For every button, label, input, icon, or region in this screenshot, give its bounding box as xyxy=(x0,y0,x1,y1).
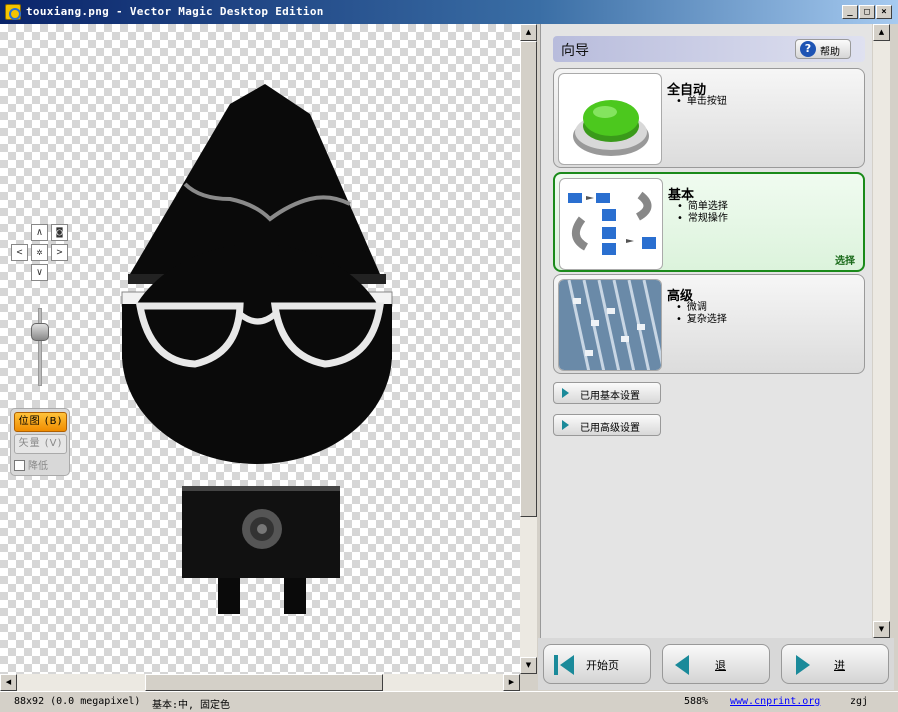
back-label: 退 xyxy=(715,659,726,672)
next-label: 进 xyxy=(834,659,845,672)
green-button-icon xyxy=(558,73,662,165)
play-arrow-icon xyxy=(562,420,569,430)
horizontal-scroll-thumb[interactable] xyxy=(145,674,383,691)
help-label: 帮助 xyxy=(820,47,840,58)
app-icon xyxy=(5,4,21,20)
mode-info-text: 基本:中, 固定色 xyxy=(152,700,231,711)
home-page-button[interactable]: 开始页 xyxy=(543,644,651,684)
workflow-icon xyxy=(559,178,663,270)
view-mode-panel: 位图 (B) 矢量 (V) 降低 xyxy=(10,408,70,476)
option-bullets: 微调 复杂选择 xyxy=(676,302,727,326)
wizard-panel: 向导 ? 帮助 全自动 单击按钮 xyxy=(540,24,872,638)
next-button[interactable]: 进 xyxy=(781,644,889,684)
close-button[interactable]: × xyxy=(876,5,892,19)
pan-left-button[interactable]: < xyxy=(11,244,28,261)
back-button[interactable]: 退 xyxy=(662,644,770,684)
website-link[interactable]: www.cnprint.org xyxy=(730,696,820,707)
wizard-scroll-up-icon[interactable]: ▲ xyxy=(873,24,890,41)
help-button[interactable]: ? 帮助 xyxy=(795,39,851,59)
bitmap-figure-image xyxy=(121,84,393,614)
title-bar: touxiang.png - Vector Magic Desktop Edit… xyxy=(0,0,898,24)
canvas-horizontal-scrollbar[interactable]: ◀ ▶ xyxy=(0,674,520,691)
canvas-vertical-scrollbar[interactable]: ▲ ▼ xyxy=(520,24,537,674)
mixer-icon xyxy=(558,279,662,371)
used-advanced-settings-label: 已用高级设置 xyxy=(580,423,640,434)
play-arrow-icon xyxy=(562,388,569,398)
maximize-button[interactable]: □ xyxy=(859,5,875,19)
used-basic-settings-button[interactable]: 已用基本设置 xyxy=(553,382,661,404)
wizard-scroll-down-icon[interactable]: ▼ xyxy=(873,621,890,638)
pan-right-button[interactable]: > xyxy=(51,244,68,261)
home-page-label: 开始页 xyxy=(586,659,619,672)
scroll-left-arrow-icon[interactable]: ◀ xyxy=(0,674,17,691)
scroll-right-arrow-icon[interactable]: ▶ xyxy=(503,674,520,691)
help-icon: ? xyxy=(800,41,816,57)
wizard-title: 向导 xyxy=(561,43,589,59)
zoom-slider-handle[interactable] xyxy=(31,323,49,341)
pan-down-button[interactable]: ∨ xyxy=(31,264,48,281)
scroll-down-arrow-icon[interactable]: ▼ xyxy=(520,657,537,674)
option-bullet: 简单选择 xyxy=(677,201,728,213)
select-label[interactable]: 选择 xyxy=(835,252,855,267)
fit-view-icon[interactable]: ◙ xyxy=(51,224,68,241)
option-basic[interactable]: 基本 简单选择 常规操作 选择 xyxy=(553,172,865,272)
scroll-up-arrow-icon[interactable]: ▲ xyxy=(520,24,537,41)
used-basic-settings-label: 已用基本设置 xyxy=(580,391,640,402)
used-advanced-settings-button[interactable]: 已用高级设置 xyxy=(553,414,661,436)
option-bullets: 简单选择 常规操作 xyxy=(677,201,728,225)
option-bullet: 常规操作 xyxy=(677,213,728,225)
status-bar: 88x92 (0.0 megapixel) 基本:中, 固定色 588% www… xyxy=(0,691,898,712)
user-text: zgj xyxy=(850,696,869,707)
pan-center-button[interactable]: ✲ xyxy=(31,244,48,261)
option-bullets: 单击按钮 xyxy=(676,96,727,108)
wizard-scrollbar[interactable]: ▲ ▼ xyxy=(873,24,890,638)
back-arrow-icon xyxy=(675,655,689,675)
image-canvas[interactable]: ∧ ◙ < ✲ > ∨ 位图 (B) 矢量 (V) 降低 xyxy=(0,24,520,674)
zoom-slider-track[interactable] xyxy=(38,308,42,386)
start-page-icon xyxy=(554,655,574,675)
image-info-text: 88x92 (0.0 megapixel) xyxy=(14,696,141,707)
window-title: touxiang.png - Vector Magic Desktop Edit… xyxy=(26,5,324,18)
smooth-label: 降低 xyxy=(28,461,48,472)
vertical-scroll-thumb[interactable] xyxy=(520,41,537,517)
minimize-button[interactable]: _ xyxy=(842,5,858,19)
zoom-level-text: 588% xyxy=(684,696,709,707)
option-fully-automatic[interactable]: 全自动 单击按钮 xyxy=(553,68,865,168)
pan-up-button[interactable]: ∧ xyxy=(31,224,48,241)
smooth-toggle[interactable]: 降低 xyxy=(14,457,48,472)
next-arrow-icon xyxy=(796,655,810,675)
option-bullet: 复杂选择 xyxy=(676,314,727,326)
option-advanced[interactable]: 高级 微调 复杂选择 xyxy=(553,274,865,374)
bitmap-mode-button[interactable]: 位图 (B) xyxy=(14,412,67,432)
vector-mode-button[interactable]: 矢量 (V) xyxy=(14,434,67,454)
smooth-checkbox[interactable] xyxy=(14,460,25,471)
wizard-navigation-bar: 开始页 退 进 xyxy=(538,638,894,690)
wizard-header: 向导 ? 帮助 xyxy=(553,36,865,62)
option-bullet: 微调 xyxy=(676,302,727,314)
option-bullet: 单击按钮 xyxy=(676,96,727,108)
